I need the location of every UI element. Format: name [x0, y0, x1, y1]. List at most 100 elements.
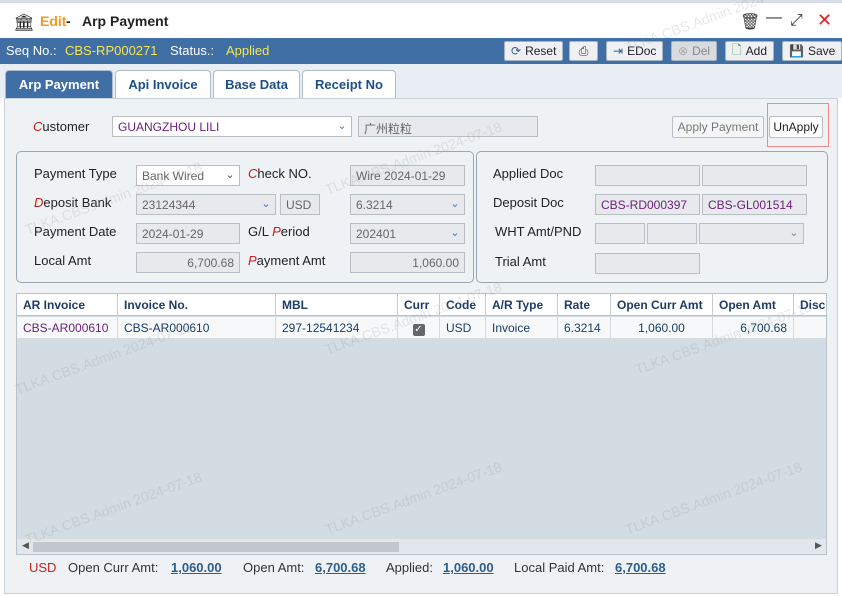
- save-label: Save: [807, 44, 836, 58]
- check-no-field[interactable]: Wire 2024-01-29: [350, 165, 465, 186]
- cell-ar-type[interactable]: Invoice: [486, 317, 558, 339]
- scroll-right-icon[interactable]: ▶: [815, 540, 822, 551]
- chevron-down-icon: ⌄: [337, 120, 347, 132]
- edoc-button[interactable]: ⇥ EDoc: [606, 41, 664, 61]
- local-amt-field: 6,700.68: [136, 252, 240, 273]
- curr-checkbox[interactable]: ✓: [412, 324, 425, 336]
- minimize-icon[interactable]: —: [766, 9, 782, 27]
- wht-amt-field: [595, 223, 645, 244]
- col-disc[interactable]: Disc: [794, 294, 826, 316]
- deposit-doc-field-1[interactable]: CBS-RD000397: [595, 194, 700, 215]
- applied-value[interactable]: 1,060.00: [443, 560, 494, 575]
- tab-receipt-no[interactable]: Receipt No: [302, 70, 396, 98]
- record-toolbar: Seq No.: CBS-RP000271 Status.: Applied ⟳…: [0, 38, 842, 64]
- cell-open-curr-amt[interactable]: 1,060.00: [611, 317, 713, 339]
- applied-doc-label: Applied Doc: [493, 166, 564, 181]
- bank-icon: 🏛: [13, 13, 35, 32]
- totals-footer: USD Open Curr Amt: 1,060.00 Open Amt: 6,…: [16, 557, 827, 581]
- window-title: Arp Payment: [82, 13, 169, 29]
- cell-curr[interactable]: ✓: [398, 317, 440, 339]
- edoc-icon: ⇥: [613, 44, 624, 58]
- deposit-doc-field-2[interactable]: CBS-GL001514: [702, 194, 807, 215]
- tab-base-data[interactable]: Base Data: [213, 70, 300, 98]
- trial-amt-label: Trial Amt: [495, 254, 546, 269]
- apply-payment-button[interactable]: Apply Payment: [672, 116, 764, 138]
- payment-type-label: Payment Type: [34, 166, 117, 181]
- delete-label: Del: [692, 44, 711, 58]
- local-amt-label: Local Amt: [34, 253, 92, 268]
- col-rate[interactable]: Rate: [558, 294, 611, 316]
- payment-amt-field[interactable]: 1,060.00: [350, 252, 465, 273]
- edoc-label: EDoc: [627, 44, 657, 58]
- trial-amt-field: [595, 253, 700, 274]
- printer-icon: ⎙: [578, 43, 589, 58]
- col-mbl[interactable]: MBL: [276, 294, 398, 316]
- trash-icon[interactable]: 🗑: [740, 12, 760, 32]
- close-icon[interactable]: ✕: [817, 10, 832, 31]
- payment-amt-label: Payment Amt: [248, 253, 326, 268]
- maximize-icon[interactable]: ⤢: [790, 12, 803, 30]
- col-open-curr-amt[interactable]: Open Curr Amt: [611, 294, 713, 316]
- add-doc-icon: 🗋: [732, 42, 742, 57]
- local-paid-amt-label: Local Paid Amt:: [514, 560, 605, 575]
- cell-invoice-no[interactable]: CBS-AR000610: [118, 317, 276, 339]
- wht-amt-label: WHT Amt/PND: [495, 224, 582, 239]
- customer-chinese-name: 广州粒粒: [358, 116, 538, 137]
- col-ar-invoice[interactable]: AR Invoice: [17, 294, 118, 316]
- cell-mbl[interactable]: 297-12541234: [276, 317, 398, 339]
- deposit-bank-select[interactable]: 23124344 ⌄: [136, 194, 276, 215]
- tab-api-invoice[interactable]: Api Invoice: [115, 70, 211, 98]
- gl-period-select[interactable]: 202401 ⌄: [350, 223, 465, 244]
- delete-button[interactable]: ⊗ Del: [671, 41, 718, 61]
- save-button[interactable]: 💾 Save: [782, 41, 842, 61]
- open-amt-value[interactable]: 6,700.68: [315, 560, 366, 575]
- cell-disc[interactable]: [794, 317, 826, 339]
- tab-arp-payment[interactable]: Arp Payment: [5, 70, 113, 98]
- cell-code[interactable]: USD: [440, 317, 486, 339]
- print-button[interactable]: ⎙: [569, 41, 598, 61]
- add-button[interactable]: 🗋 Add: [725, 41, 775, 61]
- refresh-icon: ⟳: [511, 44, 522, 58]
- chevron-down-icon: ⌄: [225, 169, 235, 181]
- open-curr-amt-value[interactable]: 1,060.00: [171, 560, 222, 575]
- cell-rate[interactable]: 6.3214: [558, 317, 611, 339]
- open-amt-label: Open Amt:: [243, 560, 305, 575]
- col-code[interactable]: Code: [440, 294, 486, 316]
- deposit-bank-label: Deposit Bank: [34, 195, 112, 210]
- rate-select[interactable]: 6.3214 ⌄: [350, 194, 465, 215]
- col-ar-type[interactable]: A/R Type: [486, 294, 558, 316]
- cell-open-amt[interactable]: 6,700.68: [713, 317, 794, 339]
- col-curr[interactable]: Curr: [398, 294, 440, 316]
- tab-bar: Arp Payment Api Invoice Base Data Receip…: [0, 64, 842, 98]
- applied-doc-field-1: [595, 165, 700, 186]
- chevron-down-icon: ⌄: [261, 198, 271, 210]
- cell-ar-invoice[interactable]: CBS-AR000610: [17, 317, 118, 339]
- col-open-amt[interactable]: Open Amt: [713, 294, 794, 316]
- status-value: Applied: [226, 43, 270, 58]
- wht-pnd-field: [647, 223, 697, 244]
- applied-doc-field-2: [702, 165, 807, 186]
- scroll-left-icon[interactable]: ◀: [22, 540, 29, 551]
- payment-date-field[interactable]: 2024-01-29: [136, 223, 240, 244]
- window-titlebar: 🏛 Edit - Arp Payment 🗑 — ⤢ ✕: [0, 0, 842, 38]
- local-paid-amt-value[interactable]: 6,700.68: [615, 560, 666, 575]
- title-separator: -: [66, 13, 71, 29]
- unapply-button[interactable]: UnApply: [769, 116, 823, 138]
- delete-icon: ⊗: [678, 44, 689, 58]
- wht-type-select[interactable]: ⌄: [699, 223, 804, 244]
- open-curr-amt-label: Open Curr Amt:: [68, 560, 159, 575]
- scrollbar-thumb[interactable]: [33, 542, 399, 552]
- payment-date-label: Payment Date: [34, 224, 117, 239]
- horizontal-scrollbar[interactable]: ◀ ▶: [17, 539, 826, 554]
- chevron-down-icon: ⌄: [789, 227, 799, 239]
- status-label: Status.:: [170, 43, 215, 58]
- payment-type-select[interactable]: Bank Wired ⌄: [136, 165, 240, 186]
- customer-label: Customer: [33, 119, 90, 134]
- col-invoice-no[interactable]: Invoice No.: [118, 294, 276, 316]
- footer-currency: USD: [29, 560, 57, 575]
- currency-field: USD: [280, 194, 320, 215]
- gl-period-label: G/L Period: [248, 224, 310, 239]
- customer-select[interactable]: GUANGZHOU LILI ⌄: [112, 116, 352, 137]
- reset-button[interactable]: ⟳ Reset: [504, 41, 564, 61]
- deposit-doc-label: Deposit Doc: [493, 195, 564, 210]
